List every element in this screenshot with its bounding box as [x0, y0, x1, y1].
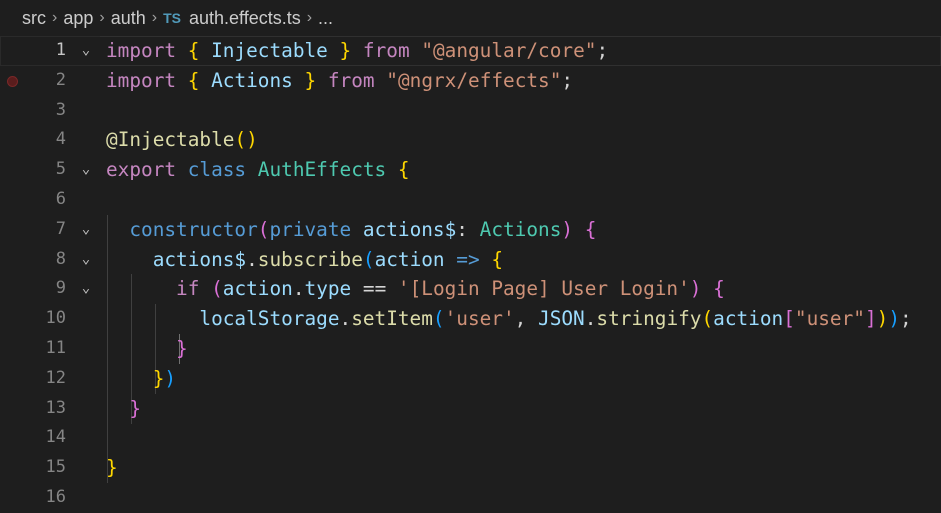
code-text: } — [129, 396, 142, 420]
line-number: 11 — [45, 338, 66, 358]
code-line-16[interactable]: 16 — [0, 483, 941, 513]
code-line-15[interactable]: 15 } — [0, 453, 941, 483]
code-text: constructor(private actions$: Actions) { — [129, 217, 597, 241]
typescript-file-icon: TS — [163, 10, 181, 26]
line-number: 2 — [55, 69, 66, 90]
code-text: @Injectable() — [106, 128, 258, 152]
chevron-right-icon: › — [306, 9, 313, 26]
line-number: 14 — [45, 427, 66, 448]
code-line-2[interactable]: 2 import { Actions } from "@ngrx/effects… — [0, 66, 941, 96]
code-line-7[interactable]: 7 ⌄ constructor(private actions$: Action… — [0, 215, 941, 245]
code-line-13[interactable]: 13 } — [0, 394, 941, 424]
code-line-6[interactable]: 6 — [0, 185, 941, 215]
code-text: localStorage.setItem('user', JSON.string… — [199, 307, 912, 331]
line-number: 15 — [45, 457, 66, 478]
code-text: export class AuthEffects { — [106, 158, 410, 182]
breadcrumb-item-src[interactable]: src — [22, 8, 46, 29]
breadcrumb-item-file[interactable]: auth.effects.ts — [189, 8, 301, 29]
code-line-4[interactable]: 4 @Injectable() — [0, 125, 941, 155]
code-line-9[interactable]: 9 ⌄ if (action.type == '[Login Page] Use… — [0, 274, 941, 304]
code-line-14[interactable]: 14 — [0, 423, 941, 453]
line-number: 9 — [55, 278, 66, 299]
line-number: 16 — [45, 487, 66, 507]
breadcrumb: src › app › auth › TS auth.effects.ts › … — [0, 0, 941, 36]
code-line-3[interactable]: 3 — [0, 96, 941, 126]
code-line-11[interactable]: 11 } — [0, 334, 941, 364]
breadcrumb-item-app[interactable]: app — [63, 8, 93, 29]
line-number: 13 — [45, 397, 66, 418]
code-line-10[interactable]: 10 localStorage.setItem('user', JSON.str… — [0, 304, 941, 334]
line-number: 6 — [55, 189, 66, 209]
line-number: 12 — [45, 367, 66, 388]
line-number: 3 — [55, 99, 66, 120]
chevron-down-icon[interactable]: ⌄ — [76, 155, 96, 185]
code-text: if (action.type == '[Login Page] User Lo… — [176, 277, 725, 301]
breadcrumb-item-symbols[interactable]: ... — [318, 8, 333, 29]
line-number: 1 — [55, 40, 66, 60]
line-number: 4 — [55, 129, 66, 150]
code-text: } — [176, 337, 188, 360]
code-line-1[interactable]: 1 ⌄ import { Injectable } from "@angular… — [0, 36, 941, 66]
code-line-8[interactable]: 8 ⌄ actions$.subscribe(action => { — [0, 245, 941, 275]
code-editor[interactable]: 1 ⌄ import { Injectable } from "@angular… — [0, 36, 941, 508]
chevron-down-icon[interactable]: ⌄ — [76, 215, 96, 245]
code-text: }) — [152, 366, 177, 390]
code-line-5[interactable]: 5 ⌄ export class AuthEffects { — [0, 155, 941, 185]
chevron-down-icon[interactable]: ⌄ — [76, 274, 96, 304]
chevron-right-icon: › — [99, 9, 105, 26]
chevron-down-icon[interactable]: ⌄ — [76, 36, 96, 66]
code-text: import { Injectable } from "@angular/cor… — [106, 39, 609, 62]
chevron-right-icon: › — [52, 9, 58, 26]
code-text: import { Actions } from "@ngrx/effects"; — [106, 68, 574, 92]
chevron-right-icon: › — [151, 9, 158, 26]
line-number: 7 — [55, 218, 66, 239]
code-line-12[interactable]: 12 }) — [0, 364, 941, 394]
line-number: 8 — [55, 248, 66, 269]
code-text: } — [106, 456, 118, 480]
breadcrumb-item-auth[interactable]: auth — [111, 8, 146, 29]
chevron-down-icon[interactable]: ⌄ — [76, 245, 96, 275]
line-number: 10 — [45, 308, 66, 329]
code-text: actions$.subscribe(action => { — [152, 247, 504, 271]
line-number: 5 — [55, 159, 66, 180]
